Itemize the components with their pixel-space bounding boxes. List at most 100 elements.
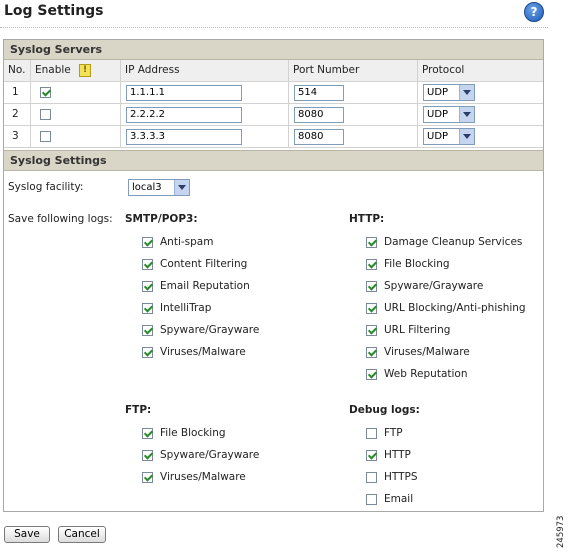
col-port: Port Number bbox=[288, 60, 417, 81]
protocol-value: UDP bbox=[427, 109, 449, 120]
col-ip: IP Address bbox=[120, 60, 290, 81]
debug-log-label: Email bbox=[384, 493, 414, 505]
info-note-icon: ! bbox=[79, 64, 91, 77]
chevron-down-icon bbox=[459, 107, 474, 122]
syslog-servers-heading: Syslog Servers bbox=[4, 40, 543, 60]
col-enable: Enable ! bbox=[30, 60, 125, 81]
http-log-checkbox[interactable] bbox=[366, 325, 377, 336]
enable-checkbox[interactable] bbox=[40, 109, 51, 120]
http-log-checkbox[interactable] bbox=[366, 303, 377, 314]
ftp-log-label: Viruses/Malware bbox=[160, 471, 246, 483]
enable-cell bbox=[30, 82, 121, 103]
port-cell: 8080 bbox=[288, 104, 418, 125]
debug-log-label: FTP bbox=[384, 427, 403, 439]
protocol-select[interactable]: UDP bbox=[423, 84, 475, 101]
facility-label: Syslog facility: bbox=[8, 181, 84, 193]
ip-address-input[interactable]: 3.3.3.3 bbox=[126, 129, 242, 145]
server-no: 1 bbox=[12, 86, 19, 98]
http-log-checkbox[interactable] bbox=[366, 369, 377, 380]
protocol-select[interactable]: UDP bbox=[423, 106, 475, 123]
http-log-label: Viruses/Malware bbox=[384, 346, 470, 358]
http-log-checkbox[interactable] bbox=[366, 237, 377, 248]
debug-log-checkbox[interactable] bbox=[366, 428, 377, 439]
debug-log-label: HTTPS bbox=[384, 471, 418, 483]
enable-cell bbox=[30, 126, 121, 147]
ftp-log-label: File Blocking bbox=[160, 427, 226, 439]
ip-cell: 1.1.1.1 bbox=[120, 82, 289, 103]
protocol-value: UDP bbox=[427, 87, 449, 98]
server-no: 3 bbox=[12, 130, 19, 142]
smtp-log-checkbox[interactable] bbox=[142, 281, 153, 292]
http-group-title: HTTP: bbox=[349, 213, 385, 225]
smtp-log-checkbox[interactable] bbox=[142, 237, 153, 248]
http-log-label: Spyware/Grayware bbox=[384, 280, 484, 292]
save-logs-label: Save following logs: bbox=[8, 213, 113, 225]
smtp-log-label: Anti-spam bbox=[160, 236, 214, 248]
ip-address-input[interactable]: 1.1.1.1 bbox=[126, 85, 242, 101]
chevron-down-icon bbox=[174, 180, 189, 195]
smtp-log-checkbox[interactable] bbox=[142, 303, 153, 314]
col-enable-label: Enable bbox=[35, 64, 71, 76]
debug-log-label: HTTP bbox=[384, 449, 411, 461]
chevron-down-icon bbox=[459, 129, 474, 144]
smtp-log-checkbox[interactable] bbox=[142, 325, 153, 336]
page-title: Log Settings bbox=[4, 3, 104, 19]
col-protocol: Protocol bbox=[417, 60, 542, 81]
smtp-log-label: Email Reputation bbox=[160, 280, 250, 292]
debug-log-checkbox[interactable] bbox=[366, 494, 377, 505]
ip-cell: 2.2.2.2 bbox=[120, 104, 289, 125]
smtp-log-checkbox[interactable] bbox=[142, 347, 153, 358]
smtp-group-title: SMTP/POP3: bbox=[125, 213, 198, 225]
ip-cell: 3.3.3.3 bbox=[120, 126, 289, 147]
smtp-log-label: Content Filtering bbox=[160, 258, 248, 270]
smtp-log-checkbox[interactable] bbox=[142, 259, 153, 270]
server-row: 1 1.1.1.1 514 UDP bbox=[4, 82, 543, 104]
protocol-cell: UDP bbox=[417, 104, 544, 125]
port-cell: 8080 bbox=[288, 126, 418, 147]
syslog-settings-heading: Syslog Settings bbox=[4, 150, 543, 171]
debug-log-checkbox[interactable] bbox=[366, 472, 377, 483]
ftp-log-checkbox[interactable] bbox=[142, 472, 153, 483]
http-log-checkbox[interactable] bbox=[366, 347, 377, 358]
http-log-label: Damage Cleanup Services bbox=[384, 236, 523, 248]
enable-checkbox[interactable] bbox=[40, 131, 51, 142]
protocol-value: UDP bbox=[427, 131, 449, 142]
ftp-log-label: Spyware/Grayware bbox=[160, 449, 260, 461]
cancel-button[interactable]: Cancel bbox=[58, 526, 106, 543]
port-input[interactable]: 8080 bbox=[294, 107, 344, 123]
figure-code: 245973 bbox=[556, 515, 566, 548]
port-input[interactable]: 8080 bbox=[294, 129, 344, 145]
col-no: No. bbox=[8, 64, 26, 76]
server-row: 3 3.3.3.3 8080 UDP bbox=[4, 126, 543, 148]
server-row: 2 2.2.2.2 8080 UDP bbox=[4, 104, 543, 126]
help-icon[interactable]: ? bbox=[524, 2, 544, 22]
http-log-label: Web Reputation bbox=[384, 368, 468, 380]
protocol-cell: UDP bbox=[417, 82, 544, 103]
port-cell: 514 bbox=[288, 82, 418, 103]
smtp-log-label: IntelliTrap bbox=[160, 302, 212, 314]
port-input[interactable]: 514 bbox=[294, 85, 344, 101]
http-log-checkbox[interactable] bbox=[366, 281, 377, 292]
server-no: 2 bbox=[12, 108, 19, 120]
enable-checkbox[interactable] bbox=[40, 87, 51, 98]
enable-cell bbox=[30, 104, 121, 125]
ftp-log-checkbox[interactable] bbox=[142, 450, 153, 461]
ftp-group-title: FTP: bbox=[125, 404, 152, 416]
save-button[interactable]: Save bbox=[4, 526, 50, 543]
facility-select[interactable]: local3 bbox=[128, 179, 190, 196]
http-log-checkbox[interactable] bbox=[366, 259, 377, 270]
http-log-label: URL Blocking/Anti-phishing bbox=[384, 302, 526, 314]
servers-table-header: No. Enable ! IP Address Port Number Prot… bbox=[4, 60, 543, 82]
http-log-label: URL Filtering bbox=[384, 324, 451, 336]
protocol-select[interactable]: UDP bbox=[423, 128, 475, 145]
http-log-label: File Blocking bbox=[384, 258, 450, 270]
ip-address-input[interactable]: 2.2.2.2 bbox=[126, 107, 242, 123]
chevron-down-icon bbox=[459, 85, 474, 100]
facility-value: local3 bbox=[132, 182, 162, 193]
smtp-log-label: Viruses/Malware bbox=[160, 346, 246, 358]
debug-log-checkbox[interactable] bbox=[366, 450, 377, 461]
smtp-log-label: Spyware/Grayware bbox=[160, 324, 260, 336]
ftp-log-checkbox[interactable] bbox=[142, 428, 153, 439]
title-divider bbox=[0, 27, 548, 28]
log-settings-panel: Syslog Servers No. Enable ! IP Address P… bbox=[3, 39, 544, 512]
